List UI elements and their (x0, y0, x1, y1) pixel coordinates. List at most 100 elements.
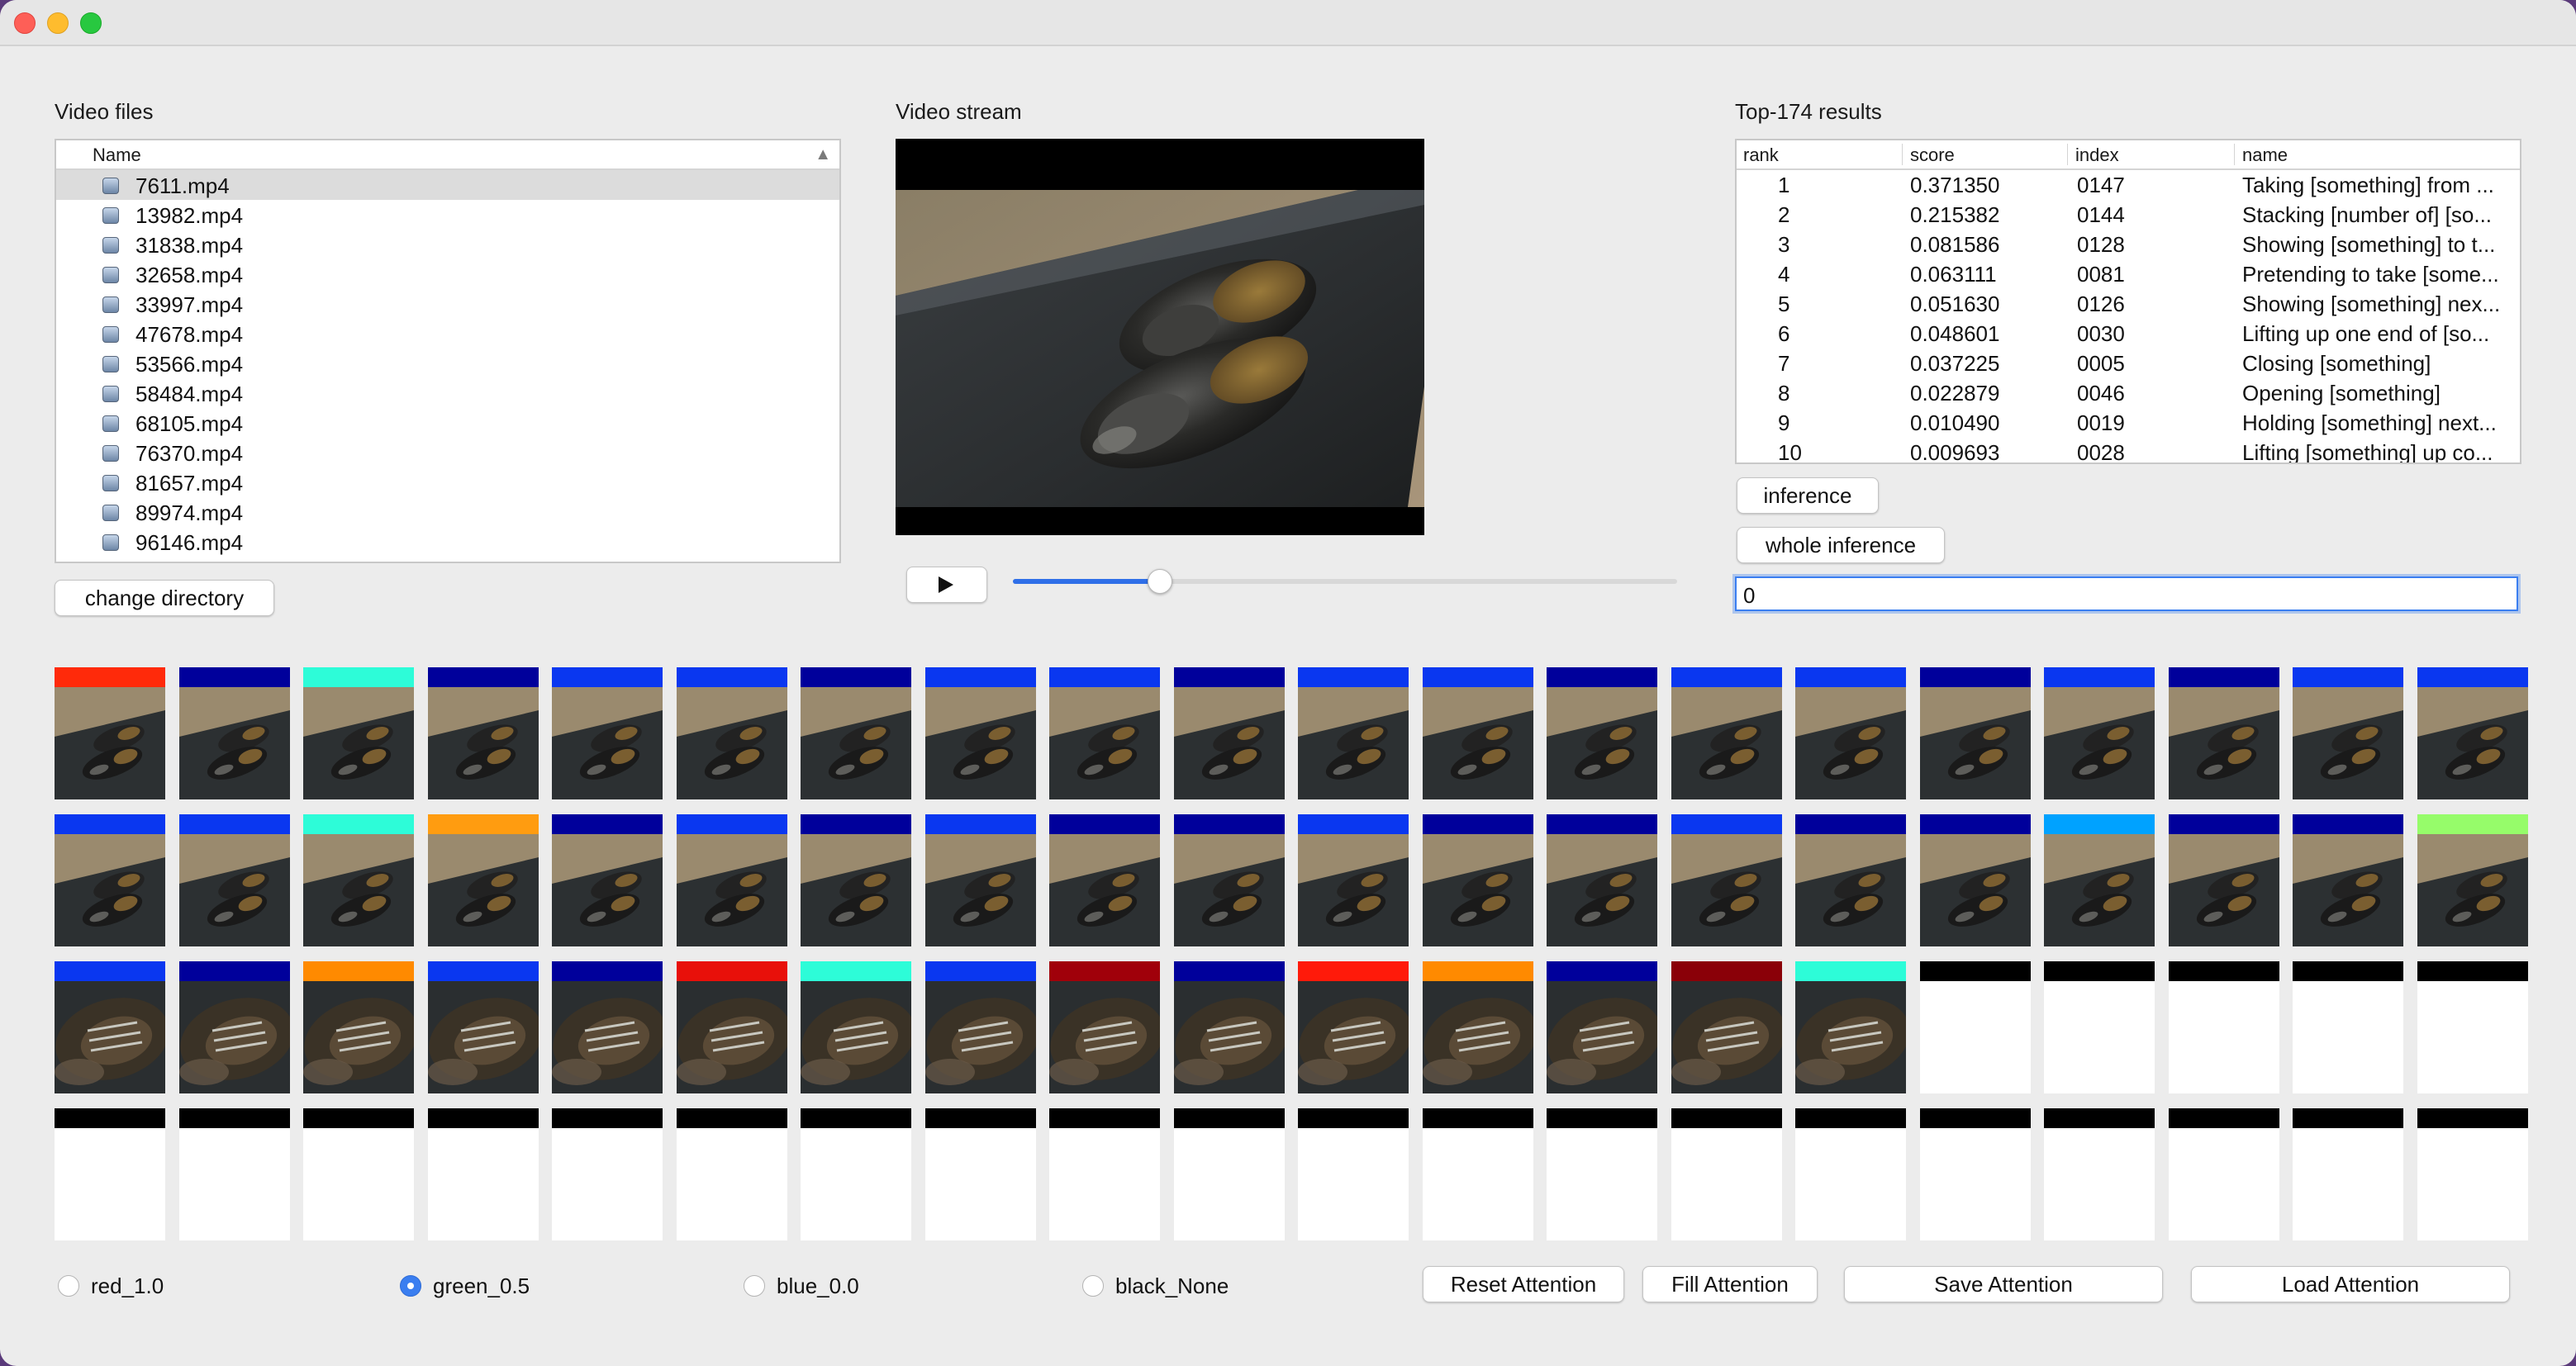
video-player[interactable] (896, 139, 1424, 535)
attention-frame[interactable] (801, 1108, 911, 1240)
file-row[interactable]: 7611.mp4 (56, 170, 839, 200)
attention-frame[interactable] (2293, 814, 2403, 946)
file-row[interactable]: 13982.mp4 (56, 200, 839, 230)
attention-bar[interactable] (2293, 1108, 2403, 1128)
attention-frame[interactable] (1173, 1108, 1285, 1240)
attention-bar[interactable] (303, 961, 414, 981)
attention-bar[interactable] (1547, 1108, 1657, 1128)
attention-bar[interactable] (2168, 961, 2279, 981)
attention-frame[interactable] (801, 814, 911, 946)
attention-bar[interactable] (552, 667, 663, 687)
attention-frame[interactable] (1547, 667, 1657, 799)
attention-bar[interactable] (1671, 814, 1782, 834)
attention-bar[interactable] (1422, 814, 1533, 834)
attention-frame[interactable] (303, 961, 414, 1093)
attention-bar[interactable] (178, 961, 290, 981)
attention-frame[interactable] (1298, 814, 1409, 946)
minimize-window-button[interactable] (47, 12, 69, 34)
attention-bar[interactable] (1173, 667, 1285, 687)
attention-frame[interactable] (2168, 814, 2279, 946)
attention-frame[interactable] (924, 961, 1036, 1093)
attention-frame[interactable] (1671, 667, 1782, 799)
attention-frame[interactable] (178, 667, 290, 799)
file-name[interactable]: 68105.mp4 (135, 411, 243, 437)
attention-bar[interactable] (1547, 814, 1657, 834)
attention-bar[interactable] (1547, 667, 1657, 687)
attention-frame[interactable] (1671, 961, 1782, 1093)
attention-frame[interactable] (1049, 814, 1160, 946)
file-row[interactable]: 33997.mp4 (56, 289, 839, 319)
attention-frame[interactable] (1173, 814, 1285, 946)
attention-bar[interactable] (1049, 667, 1160, 687)
file-name[interactable]: 33997.mp4 (135, 292, 243, 318)
result-row[interactable]: 7 0.037225 0005 Closing [something] (1737, 349, 2520, 378)
result-row[interactable]: 6 0.048601 0030 Lifting up one end of [so..… (1737, 319, 2520, 349)
attention-bar[interactable] (552, 961, 663, 981)
fill-attention-button[interactable]: Fill Attention (1642, 1266, 1818, 1302)
attention-bar[interactable] (2168, 1108, 2279, 1128)
attention-bar[interactable] (552, 1108, 663, 1128)
attention-frame[interactable] (2417, 1108, 2528, 1240)
attention-frame[interactable] (1049, 1108, 1160, 1240)
attention-bar[interactable] (178, 814, 290, 834)
radio-green-label[interactable]: green_0.5 (433, 1274, 530, 1299)
attention-bar[interactable] (55, 814, 165, 834)
attention-frame[interactable] (55, 961, 165, 1093)
attention-bar[interactable] (1795, 814, 1906, 834)
file-name[interactable]: 53566.mp4 (135, 352, 243, 377)
attention-bar[interactable] (1919, 1108, 2031, 1128)
attention-frame[interactable] (1547, 814, 1657, 946)
attention-bar[interactable] (676, 961, 787, 981)
name-column-header[interactable]: name (2242, 145, 2288, 166)
attention-frame[interactable] (178, 961, 290, 1093)
load-attention-button[interactable]: Load Attention (2191, 1266, 2510, 1302)
attention-frame[interactable] (303, 667, 414, 799)
attention-frame[interactable] (303, 814, 414, 946)
attention-frame[interactable] (1298, 961, 1409, 1093)
attention-frame[interactable] (801, 667, 911, 799)
reset-attention-button[interactable]: Reset Attention (1423, 1266, 1624, 1302)
attention-bar[interactable] (2168, 814, 2279, 834)
close-window-button[interactable] (14, 12, 36, 34)
attention-frame[interactable] (1795, 667, 1906, 799)
attention-frame[interactable] (427, 667, 539, 799)
attention-frame[interactable] (1919, 667, 2031, 799)
attention-frame[interactable] (427, 814, 539, 946)
attention-bar[interactable] (2168, 667, 2279, 687)
attention-bar[interactable] (1795, 1108, 1906, 1128)
attention-frame[interactable] (1173, 961, 1285, 1093)
result-row[interactable]: 8 0.022879 0046 Opening [something] (1737, 378, 2520, 408)
zoom-window-button[interactable] (80, 12, 102, 34)
attention-frame[interactable] (2417, 814, 2528, 946)
attention-frame[interactable] (1422, 814, 1533, 946)
attention-bar[interactable] (1422, 961, 1533, 981)
attention-bar[interactable] (801, 1108, 911, 1128)
attention-frame[interactable] (1795, 1108, 1906, 1240)
file-name[interactable]: 13982.mp4 (135, 203, 243, 229)
attention-bar[interactable] (1422, 667, 1533, 687)
attention-frame[interactable] (552, 667, 663, 799)
attention-bar[interactable] (1547, 961, 1657, 981)
attention-bar[interactable] (55, 667, 165, 687)
attention-bar[interactable] (2293, 667, 2403, 687)
attention-frame[interactable] (1919, 814, 2031, 946)
attention-bar[interactable] (1049, 1108, 1160, 1128)
result-row[interactable]: 9 0.010490 0019 Holding [something] next... (1737, 408, 2520, 438)
attention-bar[interactable] (1173, 961, 1285, 981)
attention-bar[interactable] (303, 667, 414, 687)
attention-bar[interactable] (303, 814, 414, 834)
attention-frame[interactable] (924, 814, 1036, 946)
attention-frame[interactable] (1919, 961, 2031, 1093)
attention-frame[interactable] (427, 1108, 539, 1240)
play-button[interactable] (906, 567, 987, 603)
frame-index-input[interactable]: 0 (1735, 576, 2518, 611)
file-row[interactable]: 68105.mp4 (56, 408, 839, 438)
attention-bar[interactable] (1671, 1108, 1782, 1128)
attention-frame[interactable] (2044, 1108, 2155, 1240)
attention-bar[interactable] (1298, 961, 1409, 981)
attention-bar[interactable] (676, 814, 787, 834)
file-row[interactable]: 47678.mp4 (56, 319, 839, 349)
attention-frame[interactable] (676, 667, 787, 799)
attention-frame[interactable] (1795, 814, 1906, 946)
attention-bar[interactable] (1671, 961, 1782, 981)
